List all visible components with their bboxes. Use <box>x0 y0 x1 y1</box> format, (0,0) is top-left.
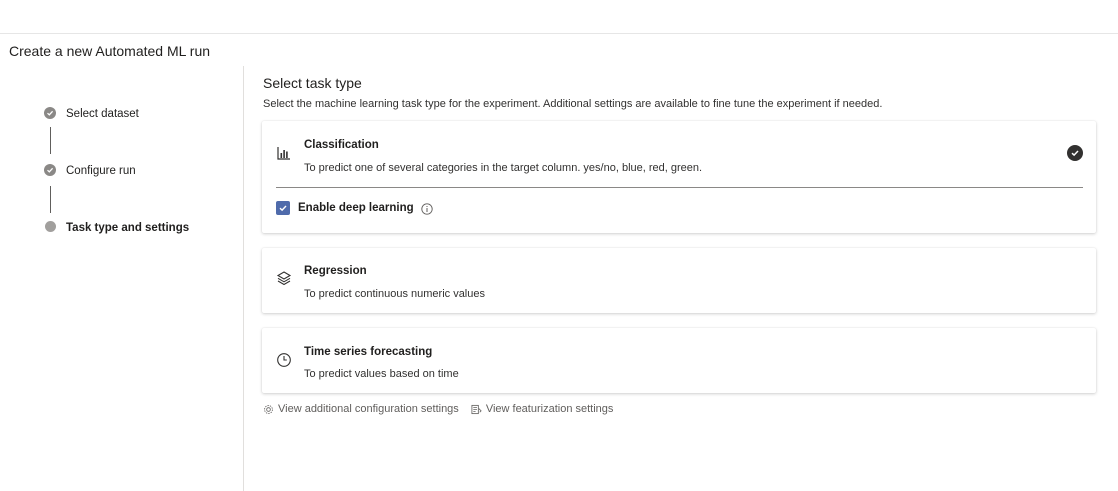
step-configure-run[interactable]: Configure run <box>44 163 136 177</box>
top-divider <box>0 33 1118 34</box>
task-description: To predict one of several categories in … <box>304 162 703 174</box>
deep-learning-label: Enable deep learning <box>298 202 414 214</box>
check-icon <box>44 107 56 119</box>
step-select-dataset[interactable]: Select dataset <box>44 106 139 120</box>
additional-config-label: View additional configuration settings <box>278 403 459 415</box>
section-title: Select task type <box>263 75 362 91</box>
check-icon <box>44 164 56 176</box>
step-connector <box>50 186 51 213</box>
step-label: Configure run <box>66 165 136 177</box>
section-description: Select the machine learning task type fo… <box>263 98 883 110</box>
current-step-dot-icon <box>45 221 56 232</box>
sidebar-divider <box>243 66 244 491</box>
task-description: To predict values based on time <box>304 368 459 380</box>
layers-icon <box>276 270 292 286</box>
step-label: Task type and settings <box>66 222 190 234</box>
task-card-regression[interactable]: Regression To predict continuous numeric… <box>262 248 1096 313</box>
task-title: Regression <box>304 265 367 277</box>
featurization-icon <box>471 404 482 414</box>
step-connector <box>50 127 51 154</box>
task-description: To predict continuous numeric values <box>304 288 485 300</box>
info-icon[interactable] <box>421 202 433 215</box>
featurization-label: View featurization settings <box>485 403 614 415</box>
selected-check-icon <box>1067 145 1083 161</box>
featurization-link[interactable]: View featurization settings <box>471 403 614 415</box>
page-title: Create a new Automated ML run <box>9 43 211 59</box>
bar-chart-icon <box>276 145 292 161</box>
task-card-classification[interactable]: Classification To predict one of several… <box>262 121 1096 233</box>
gear-icon <box>264 404 273 414</box>
step-task-type[interactable]: Task type and settings <box>44 220 189 234</box>
step-label: Select dataset <box>66 108 139 120</box>
additional-config-link[interactable]: View additional configuration settings <box>263 403 459 415</box>
settings-links: View additional configuration settings V… <box>263 403 613 415</box>
card-divider <box>276 187 1083 188</box>
task-card-time-series[interactable]: Time series forecasting To predict value… <box>262 328 1096 393</box>
deep-learning-row: Enable deep learning <box>276 201 433 215</box>
deep-learning-checkbox[interactable] <box>276 201 290 215</box>
task-title: Time series forecasting <box>304 346 433 358</box>
task-title: Classification <box>304 139 379 151</box>
clock-icon <box>276 352 292 368</box>
